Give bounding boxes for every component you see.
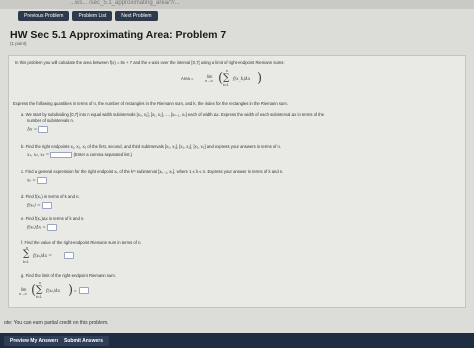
- part-d-text: d. Find f(xₖ) in terms of k and n.: [21, 194, 80, 199]
- problem-navigation: Previous Problem Problem List Next Probl…: [18, 11, 158, 21]
- part-f-text: f. Find the value of the right-endpoint …: [21, 240, 142, 245]
- f-xk-dx-answer-box[interactable]: [47, 224, 58, 231]
- browser-url-bar[interactable]: ...ws... /sec_5.1_approximating_area/?/.…: [0, 0, 474, 9]
- part-e-text: e. Find f(xₖ)Δx in terms of k and n.: [21, 216, 85, 221]
- problem-panel: In this problem you will calculate the a…: [8, 55, 466, 308]
- riemann-sum-answer-box[interactable]: [64, 252, 74, 259]
- partial-credit-note: ote: You can earn partial credit on this…: [4, 320, 109, 326]
- part-b-text: b. Find the right endpoints x₁, x₂, x₃ o…: [21, 144, 282, 149]
- part-g-answer-row: lim n→∞ ( n ∑ k=1 f(xₖ)Δx ) =: [19, 280, 119, 302]
- part-f-answer-row: n ∑ k=1 f(xₖ)Δx =: [23, 246, 103, 266]
- url-text: ...ws... /sec_5.1_approximating_area/?/.…: [70, 0, 180, 6]
- part-d-answer-row: f(xₖ) =: [27, 202, 52, 209]
- part-g-text: g. Find the limit of the right-endpoint …: [21, 273, 116, 278]
- xk-answer-box[interactable]: [36, 177, 47, 184]
- express-instructions: Express the following quantities in term…: [13, 101, 288, 106]
- area-formula: Area = lim n→∞ ( n ∑ k=1 f(x_k)Δx ): [181, 69, 263, 87]
- endpoints-answer-box[interactable]: [50, 152, 73, 158]
- part-b-answer-row: x₁, x₂, x₃ = (Enter a comma separated li…: [27, 152, 133, 158]
- submit-answers-button[interactable]: Submit Answers: [58, 336, 109, 346]
- problem-list-button[interactable]: Problem List: [72, 11, 113, 21]
- delta-x-answer-box[interactable]: [38, 126, 49, 133]
- previous-problem-button[interactable]: Previous Problem: [18, 11, 70, 21]
- part-c-text: c. Find a general expression for the rig…: [21, 169, 284, 174]
- part-a-text-2: number of subintervals n.: [27, 118, 75, 123]
- limit-answer-box[interactable]: [79, 287, 89, 294]
- part-c-answer-row: xₖ =: [27, 177, 47, 184]
- part-e-answer-row: f(xₖ)Δx =: [27, 224, 58, 231]
- next-problem-button[interactable]: Next Problem: [115, 11, 158, 21]
- part-a-text: a. We start by subdividing [0,7] into n …: [21, 112, 325, 117]
- points-label: (1 point): [10, 41, 27, 46]
- part-a-answer-row: Δx =: [27, 126, 49, 133]
- f-xk-answer-box[interactable]: [41, 202, 52, 209]
- page-title: HW Sec 5.1 Approximating Area: Problem 7: [10, 29, 227, 41]
- intro-text: In this problem you will calculate the a…: [15, 60, 285, 65]
- preview-answers-button[interactable]: Preview My Answers: [4, 336, 66, 346]
